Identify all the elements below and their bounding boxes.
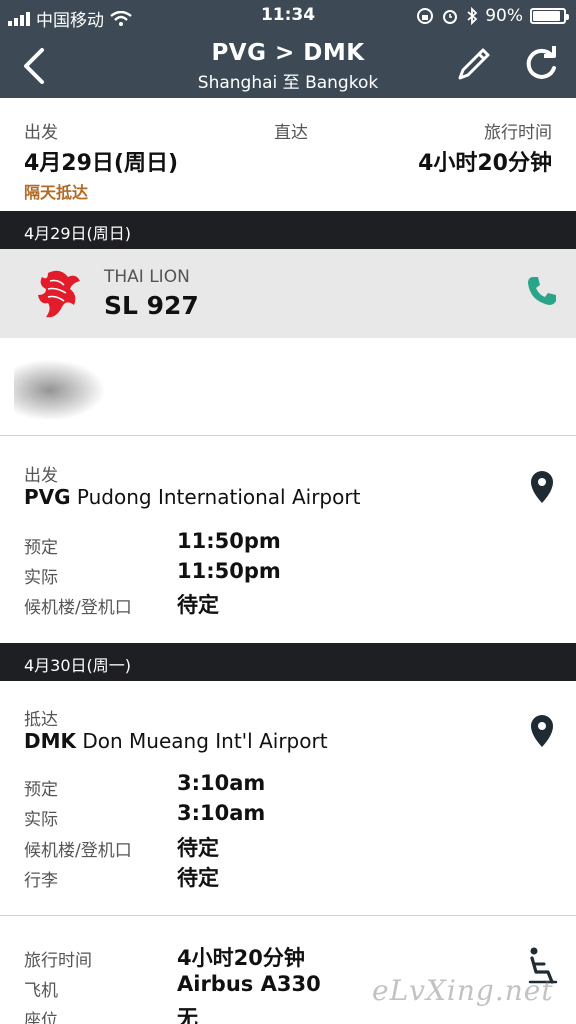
trip-summary: 出发 4月29日(周日) 隔天抵达 直达 旅行时间 4小时20分钟 bbox=[0, 98, 576, 210]
row-value: 待定 bbox=[177, 836, 219, 860]
departure-section: 出发 PVG Pudong International Airport 预定 1… bbox=[0, 437, 576, 641]
alarm-icon bbox=[443, 10, 458, 24]
status-right: 90% bbox=[416, 6, 569, 26]
bluetooth-icon bbox=[467, 7, 478, 25]
summary-duration: 旅行时间 4小时20分钟 bbox=[418, 118, 552, 177]
arrival-row-gate: 候机楼/登机口 待定 bbox=[24, 830, 564, 861]
row-key: 预定 bbox=[24, 538, 58, 558]
rotation-lock-icon bbox=[417, 8, 434, 24]
thai-lion-logo bbox=[38, 270, 80, 318]
row-value: 3:10am bbox=[177, 771, 266, 795]
arrival-section: 抵达 DMK Don Mueang Int'l Airport 预定 3:10a… bbox=[0, 681, 576, 915]
departure-row-scheduled: 预定 11:50pm bbox=[24, 527, 564, 558]
row-value: 待定 bbox=[177, 593, 219, 617]
arrival-label: 抵达 bbox=[24, 710, 58, 730]
edit-button[interactable] bbox=[452, 44, 494, 86]
row-value: 11:50pm bbox=[177, 529, 281, 553]
battery-icon bbox=[530, 8, 569, 24]
row-value: 待定 bbox=[177, 866, 219, 890]
row-value: 11:50pm bbox=[177, 559, 281, 583]
airline-name: THAI LION bbox=[104, 267, 190, 287]
details-row-duration: 旅行时间 4小时20分钟 bbox=[24, 940, 564, 971]
day-header-arrival: 4月30日(周一) bbox=[0, 643, 576, 681]
next-day-arrival-note: 隔天抵达 bbox=[24, 183, 89, 202]
watermark: eLvXing.net bbox=[372, 974, 554, 1007]
row-key: 座位 bbox=[24, 1011, 58, 1024]
row-key: 实际 bbox=[24, 568, 58, 588]
departure-airport: PVG Pudong International Airport bbox=[24, 485, 360, 509]
day-header-departure: 4月29日(周日) bbox=[0, 211, 576, 249]
row-key: 实际 bbox=[24, 810, 58, 830]
refresh-button[interactable] bbox=[520, 44, 562, 86]
departure-airport-name: Pudong International Airport bbox=[76, 485, 361, 509]
row-value: 3:10am bbox=[177, 801, 266, 825]
summary-duration-label: 旅行时间 bbox=[484, 123, 552, 143]
summary-duration-value: 4小时20分钟 bbox=[418, 151, 552, 176]
flight-number: SL 927 bbox=[104, 291, 199, 320]
row-value: Airbus A330 bbox=[177, 972, 321, 996]
departure-label: 出发 bbox=[24, 466, 58, 486]
call-airline-button[interactable] bbox=[524, 273, 560, 309]
row-value: 无 bbox=[177, 1006, 198, 1024]
departure-row-actual: 实际 11:50pm bbox=[24, 557, 564, 588]
row-key: 候机楼/登机口 bbox=[24, 598, 132, 618]
status-bar: 中国移动 11:34 90% bbox=[0, 0, 576, 32]
row-key: 候机楼/登机口 bbox=[24, 841, 132, 861]
arrival-airport: DMK Don Mueang Int'l Airport bbox=[24, 729, 328, 753]
top-bar: 中国移动 11:34 90% PVG > DMK Shanghai 至 Bang… bbox=[0, 0, 576, 98]
row-key: 行李 bbox=[24, 871, 58, 891]
row-key: 预定 bbox=[24, 780, 58, 800]
redacted-blur bbox=[14, 360, 104, 420]
row-value: 4小时20分钟 bbox=[177, 946, 305, 970]
arrival-airport-code: DMK bbox=[24, 729, 77, 753]
arrival-airport-name: Don Mueang Int'l Airport bbox=[82, 729, 328, 753]
arrival-row-actual: 实际 3:10am bbox=[24, 799, 564, 830]
summary-depart-date: 4月29日(周日) bbox=[24, 151, 179, 176]
airline-card: THAI LION SL 927 bbox=[0, 249, 576, 338]
departure-airport-code: PVG bbox=[24, 485, 71, 509]
row-key: 旅行时间 bbox=[24, 951, 92, 971]
arrival-map-pin-button[interactable] bbox=[528, 713, 556, 749]
battery-fill bbox=[533, 11, 561, 21]
departure-row-gate: 候机楼/登机口 待定 bbox=[24, 587, 564, 618]
arrival-row-baggage: 行李 待定 bbox=[24, 860, 564, 891]
flight-details-section: 旅行时间 4小时20分钟 飞机 Airbus A330 座位 无 bbox=[0, 916, 576, 1024]
departure-map-pin-button[interactable] bbox=[528, 469, 556, 505]
row-key: 飞机 bbox=[24, 981, 58, 1001]
arrival-row-scheduled: 预定 3:10am bbox=[24, 769, 564, 800]
battery-percent: 90% bbox=[485, 6, 523, 26]
